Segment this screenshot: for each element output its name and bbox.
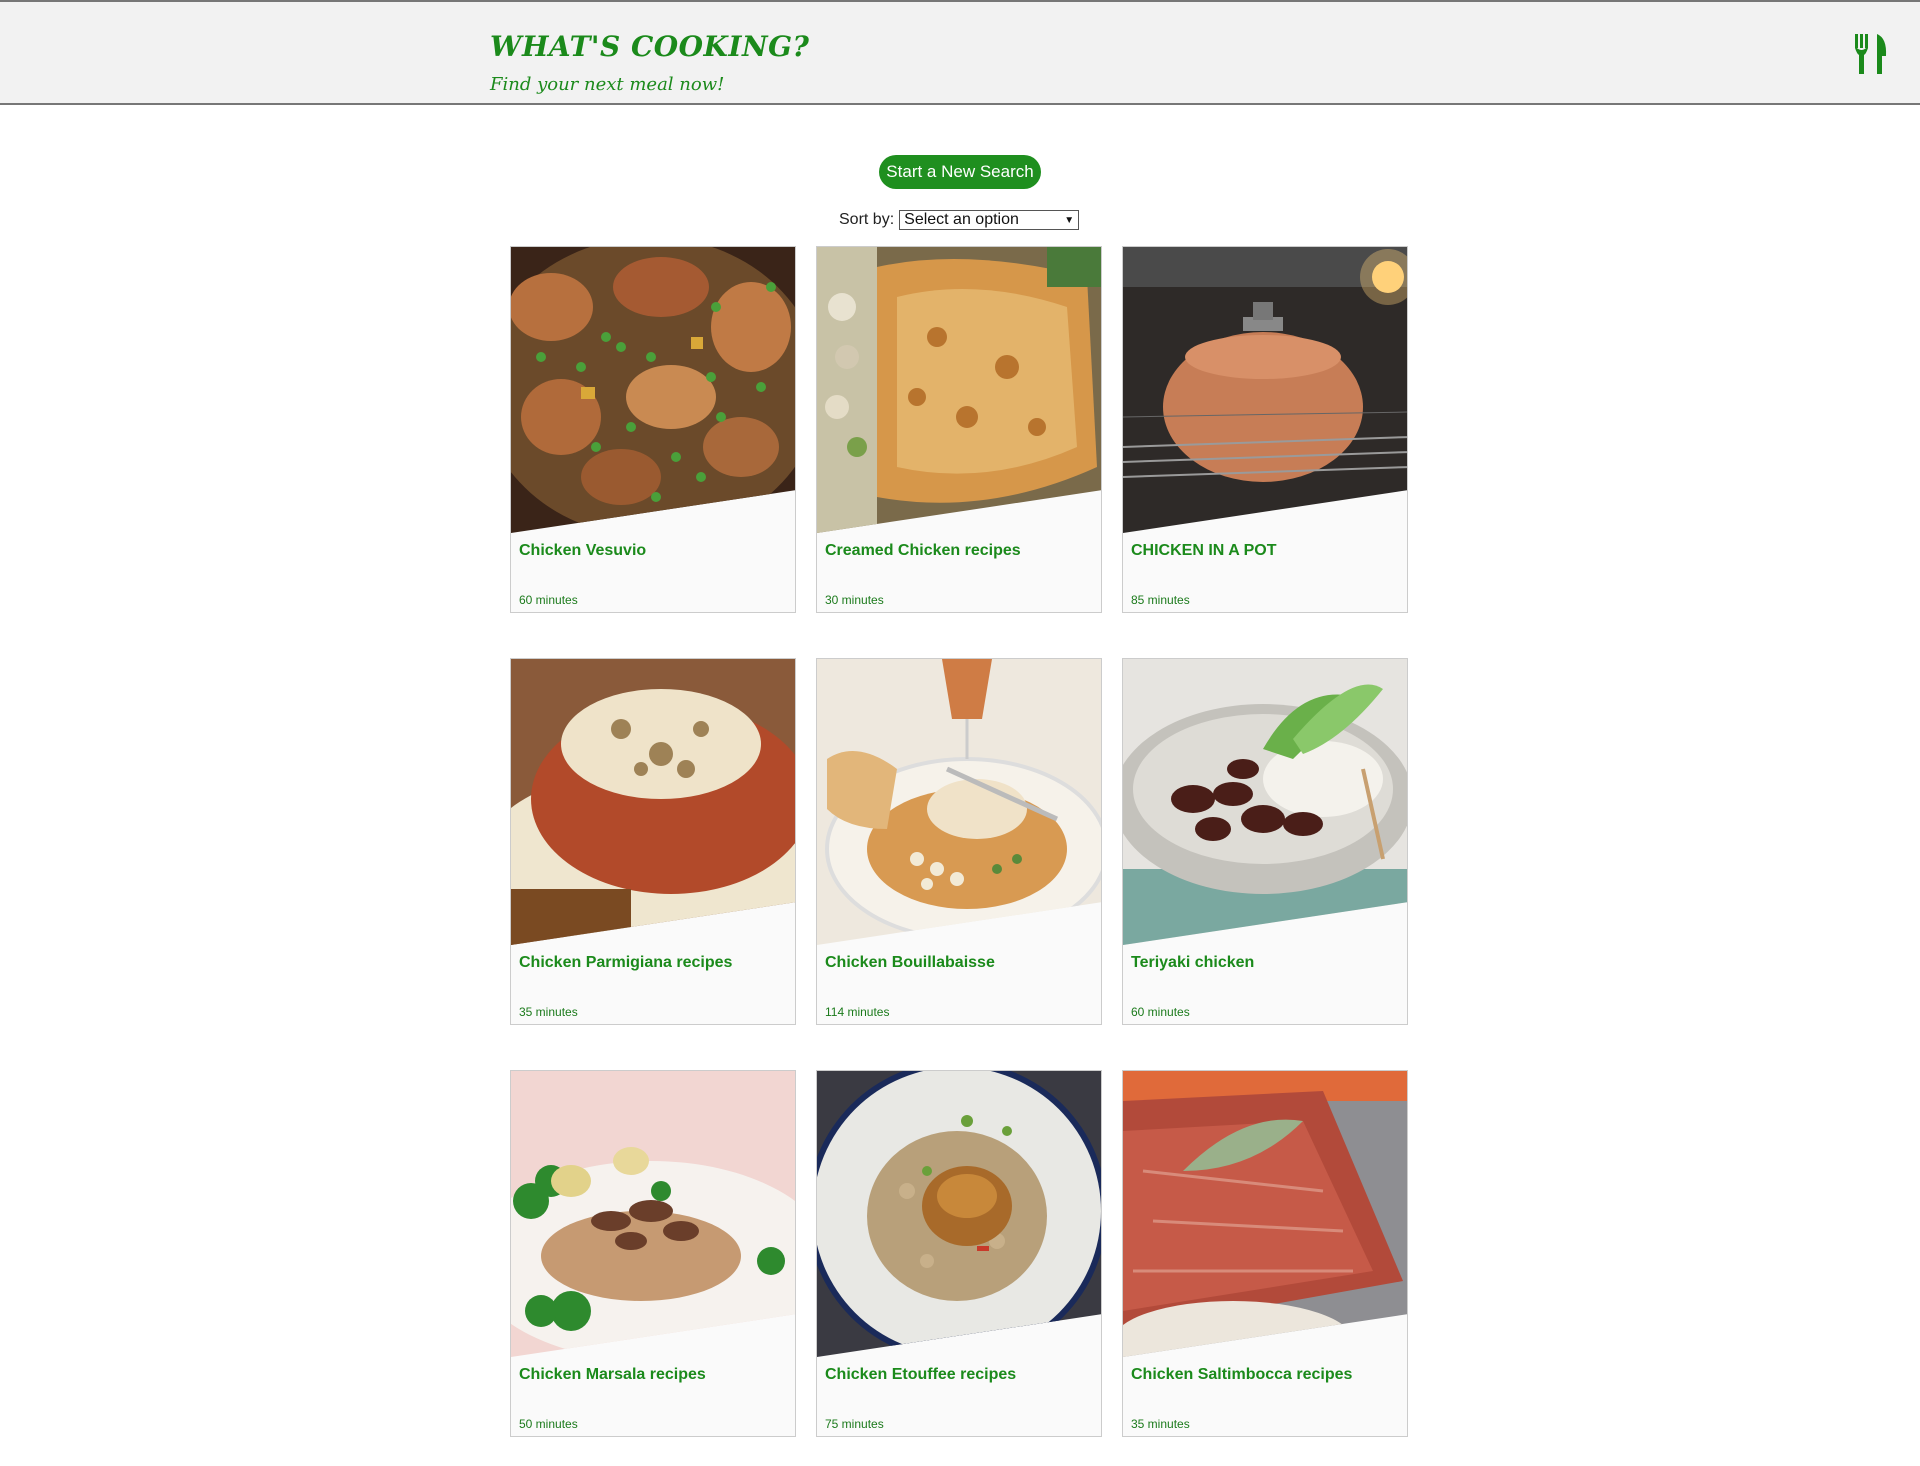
recipe-time: 50 minutes (519, 1417, 578, 1431)
recipe-card[interactable]: Chicken Etouffee recipes 75 minutes (816, 1070, 1102, 1437)
recipe-photo[interactable] (817, 1071, 1101, 1357)
sort-control: Sort by: Select an option ▼ (839, 208, 1080, 232)
recipe-time: 60 minutes (519, 593, 578, 607)
recipe-title[interactable]: CHICKEN IN A POT (1131, 542, 1276, 560)
recipe-card[interactable]: Teriyaki chicken 60 minutes (1122, 658, 1408, 1025)
sort-select[interactable]: Select an option ▼ (899, 210, 1080, 230)
recipe-time: 30 minutes (825, 593, 884, 607)
recipe-card[interactable]: CHICKEN IN A POT 85 minutes (1122, 246, 1408, 613)
recipe-card[interactable]: Chicken Vesuvio 60 minutes (510, 246, 796, 613)
recipe-title[interactable]: Chicken Etouffee recipes (825, 1366, 1016, 1384)
recipe-card[interactable]: Chicken Bouillabaisse 114 minutes (816, 658, 1102, 1025)
recipe-card[interactable]: Creamed Chicken recipes 30 minutes (816, 246, 1102, 613)
site-header: WHAT'S COOKING? Find your next meal now! (0, 0, 1920, 105)
recipe-photo[interactable] (1123, 1071, 1407, 1357)
recipe-time: 75 minutes (825, 1417, 884, 1431)
recipe-title[interactable]: Chicken Vesuvio (519, 542, 646, 560)
new-search-button[interactable]: Start a New Search (879, 155, 1041, 189)
recipe-time: 35 minutes (1131, 1417, 1190, 1431)
sort-label: Sort by: (839, 211, 895, 228)
recipe-card[interactable]: Chicken Saltimbocca recipes 35 minutes (1122, 1070, 1408, 1437)
recipe-time: 60 minutes (1131, 1005, 1190, 1019)
recipe-photo[interactable] (1123, 659, 1407, 945)
site-tagline: Find your next meal now! (490, 74, 725, 95)
recipe-photo[interactable] (511, 659, 795, 945)
dropdown-arrow-icon: ▼ (1064, 214, 1075, 226)
recipe-photo[interactable] (511, 247, 795, 533)
site-title[interactable]: WHAT'S COOKING? (490, 30, 809, 63)
recipe-card[interactable]: Chicken Marsala recipes 50 minutes (510, 1070, 796, 1437)
recipe-title[interactable]: Creamed Chicken recipes (825, 542, 1021, 560)
recipe-photo[interactable] (817, 659, 1101, 945)
recipe-photo[interactable] (817, 247, 1101, 533)
recipe-title[interactable]: Chicken Saltimbocca recipes (1131, 1366, 1352, 1384)
recipe-title[interactable]: Chicken Marsala recipes (519, 1366, 706, 1384)
recipe-card[interactable]: Chicken Parmigiana recipes 35 minutes (510, 658, 796, 1025)
recipe-photo[interactable] (511, 1071, 795, 1357)
recipe-time: 85 minutes (1131, 593, 1190, 607)
recipe-time: 114 minutes (825, 1005, 890, 1019)
recipe-title[interactable]: Teriyaki chicken (1131, 954, 1254, 972)
recipe-title[interactable]: Chicken Parmigiana recipes (519, 954, 732, 972)
recipe-title[interactable]: Chicken Bouillabaisse (825, 954, 995, 972)
recipe-photo[interactable] (1123, 247, 1407, 533)
recipe-time: 35 minutes (519, 1005, 578, 1019)
utensils-icon[interactable] (1853, 32, 1889, 76)
sort-selected-value: Select an option (904, 211, 1019, 228)
